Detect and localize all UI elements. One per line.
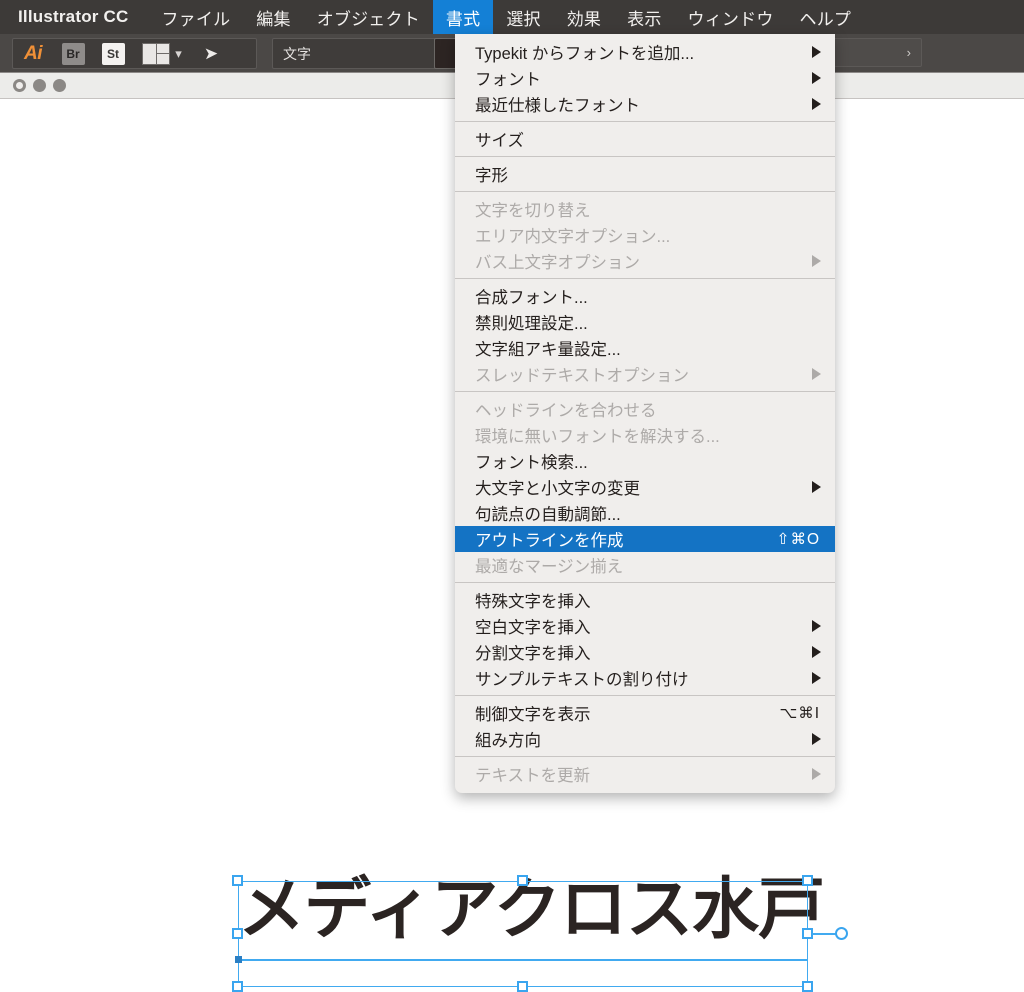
submenu-arrow-icon	[812, 72, 821, 84]
submenu-arrow-icon	[812, 768, 821, 780]
menu-separator	[455, 191, 835, 192]
menu-item-smart-punctuation[interactable]: 句読点の自動調節...	[455, 500, 835, 526]
submenu-arrow-icon	[812, 368, 821, 380]
selection-handle-top-right[interactable]	[802, 875, 813, 886]
submenu-arrow-icon	[812, 733, 821, 745]
submenu-arrow-icon	[812, 620, 821, 632]
menu-item-size[interactable]: サイズ	[455, 126, 835, 152]
text-outport-icon[interactable]	[835, 927, 848, 940]
menu-separator	[455, 582, 835, 583]
menubar-item-select[interactable]: 選択	[493, 0, 553, 34]
menu-item-threaded-text-options: スレッドテキストオプション	[455, 361, 835, 387]
selection-bounding-box	[238, 881, 808, 987]
menu-item-type-orientation[interactable]: 組み方向	[455, 726, 835, 752]
type-menu-dropdown: Typekit からフォントを追加... フォント 最近仕様したフォント サイズ…	[455, 34, 835, 793]
illustrator-app-icon[interactable]: Ai	[13, 40, 53, 67]
selection-handle-bottom-right[interactable]	[802, 981, 813, 992]
menu-separator	[455, 156, 835, 157]
submenu-arrow-icon	[812, 255, 821, 267]
menubar-item-edit[interactable]: 編集	[243, 0, 303, 34]
submenu-arrow-icon	[812, 98, 821, 110]
selection-handle-middle-left[interactable]	[232, 928, 243, 939]
menu-item-composite-fonts[interactable]: 合成フォント...	[455, 283, 835, 309]
menubar-item-view[interactable]: 表示	[614, 0, 674, 34]
text-anchor-point[interactable]	[235, 956, 242, 963]
menu-item-create-outlines[interactable]: アウトラインを作成 ⇧⌘O	[455, 526, 835, 552]
menu-item-recent-fonts[interactable]: 最近仕様したフォント	[455, 91, 835, 117]
chevron-down-icon: ▾	[175, 46, 182, 61]
menu-item-type-on-a-path: バス上文字オプション	[455, 248, 835, 274]
menubar-item-app[interactable]: Illustrator CC	[0, 0, 148, 34]
bridge-app-icon[interactable]: Br	[53, 40, 93, 67]
menu-item-fit-headline: ヘッドラインを合わせる	[475, 402, 657, 420]
submenu-arrow-icon	[812, 646, 821, 658]
menu-item-font[interactable]: フォント	[455, 65, 835, 91]
menu-item-insert-break-character[interactable]: 分割文字を挿入	[455, 639, 835, 665]
menu-separator	[455, 121, 835, 122]
menu-item-change-case[interactable]: 大文字と小文字の変更	[455, 474, 835, 500]
selection-handle-top-left[interactable]	[232, 875, 243, 886]
menu-item-shortcut: ⌥⌘I	[779, 704, 820, 722]
stock-app-icon[interactable]: St	[93, 40, 133, 67]
selection-handle-top-center[interactable]	[517, 875, 528, 886]
menu-item-glyphs[interactable]: 字形	[455, 161, 835, 187]
selection-handle-bottom-left[interactable]	[232, 981, 243, 992]
menu-item-resolve-missing-fonts: 環境に無いフォントを解決する...	[475, 428, 720, 446]
menubar-item-window[interactable]: ウィンドウ	[675, 0, 787, 34]
menu-item-update-legacy-text: テキストを更新	[455, 761, 835, 787]
submenu-arrow-icon	[812, 481, 821, 493]
menubar-item-effect[interactable]: 効果	[554, 0, 614, 34]
selection-handle-middle-right[interactable]	[802, 928, 813, 939]
menu-item-add-fonts-from-typekit[interactable]: Typekit からフォントを追加...	[455, 39, 835, 65]
menu-item-insert-special-character[interactable]: 特殊文字を挿入	[455, 587, 835, 613]
text-baseline-guide	[238, 959, 808, 961]
workspace-label: 文字	[283, 45, 311, 62]
menu-item-type-orientation-toggle: 文字を切り替え	[475, 202, 591, 220]
arrange-documents-icon[interactable]: ▾	[133, 40, 191, 67]
selection-handle-bottom-center[interactable]	[517, 981, 528, 992]
text-outport-connector	[812, 933, 836, 935]
rocket-glyph: ➤	[203, 43, 219, 63]
menubar-item-type[interactable]: 書式	[432, 0, 494, 34]
submenu-arrow-icon	[812, 672, 821, 684]
minimize-button[interactable]	[33, 79, 46, 92]
menu-item-area-type-options: エリア内文字オプション...	[475, 228, 671, 246]
menu-item-shortcut: ⇧⌘O	[776, 530, 820, 548]
app-launcher-group: Ai Br St ▾ ➤	[12, 38, 257, 69]
menubar-item-help[interactable]: ヘルプ	[787, 0, 865, 34]
submenu-arrow-icon	[812, 46, 821, 58]
zoom-caret-icon: ›	[906, 45, 911, 60]
grid-glyph	[142, 42, 171, 65]
menu-item-find-font[interactable]: フォント検索...	[455, 448, 835, 474]
menu-bar: Illustrator CC ファイル 編集 オブジェクト 書式 選択 効果 表…	[0, 0, 1024, 34]
menu-item-optical-margin-alignment: 最適なマージン揃え	[475, 558, 624, 576]
menu-item-kinsoku-settings[interactable]: 禁則処理設定...	[455, 309, 835, 335]
menubar-item-file[interactable]: ファイル	[148, 0, 243, 34]
menu-item-fill-with-placeholder-text[interactable]: サンプルテキストの割り付け	[455, 665, 835, 691]
artwork-text: メディアクロス水戸	[238, 870, 825, 948]
menu-separator	[455, 695, 835, 696]
menu-separator	[455, 756, 835, 757]
menu-item-mojikumi-settings[interactable]: 文字組アキ量設定...	[455, 335, 835, 361]
menubar-item-object[interactable]: オブジェクト	[304, 0, 433, 34]
menu-item-show-hidden-characters[interactable]: 制御文字を表示 ⌥⌘I	[455, 700, 835, 726]
launch-icon[interactable]: ➤	[191, 40, 231, 67]
close-button[interactable]	[13, 79, 26, 92]
menu-separator	[455, 278, 835, 279]
menu-separator	[455, 391, 835, 392]
menu-item-insert-white-space-character[interactable]: 空白文字を挿入	[455, 613, 835, 639]
zoom-button[interactable]	[53, 79, 66, 92]
